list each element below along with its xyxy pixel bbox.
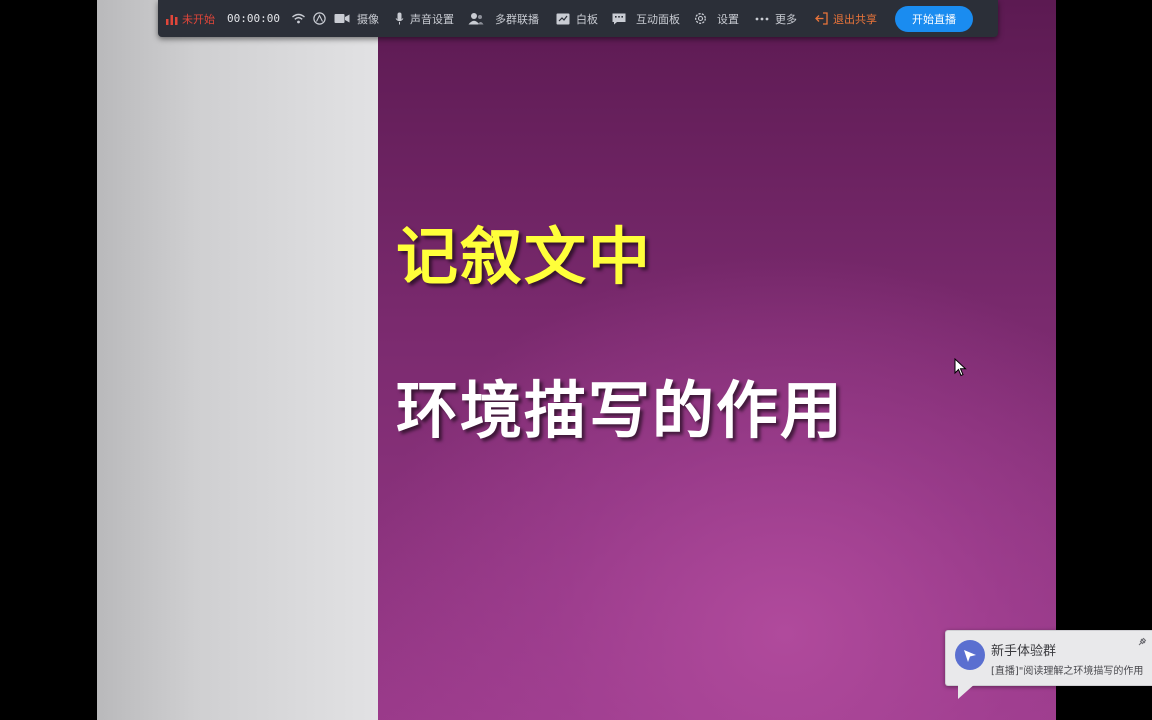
network-button[interactable]	[292, 13, 305, 24]
camera-label: 摄像	[356, 12, 379, 26]
screen: 记叙文中 环境描写的作用 未开始 00:00:00 摄像 声音设置 多群联播 白…	[0, 0, 1152, 720]
live-status[interactable]: 未开始	[166, 11, 215, 27]
settings-label: 设置	[716, 12, 739, 26]
exit-share-label: 退出共享	[832, 12, 877, 26]
exit-icon	[815, 12, 828, 25]
more-dots-icon	[755, 17, 769, 20]
start-live-button[interactable]: 开始直播	[894, 5, 973, 32]
notification-message: [直播]"阅读理解之环境描写的作用	[991, 666, 1144, 677]
mouse-cursor-icon	[954, 358, 967, 377]
wifi-icon	[292, 13, 305, 24]
group-chat-icon	[964, 650, 976, 662]
exit-share-button[interactable]: 退出共享	[815, 11, 877, 27]
group-avatar	[955, 640, 985, 670]
more-button[interactable]: 更多	[755, 11, 797, 27]
left-gray-panel	[97, 0, 378, 720]
whiteboard-label: 白板	[575, 12, 598, 26]
audio-settings-button[interactable]: 声音设置	[395, 11, 454, 27]
group-notification[interactable]: 新手体验群 [直播]"阅读理解之环境描写的作用	[945, 630, 1152, 686]
users-icon	[468, 13, 484, 25]
notification-title: 新手体验群	[991, 644, 1057, 659]
camera-button[interactable]: 摄像	[334, 11, 379, 27]
live-status-label: 未开始	[182, 12, 215, 26]
notification-tail	[958, 683, 976, 699]
beauty-filter-icon	[313, 12, 326, 25]
microphone-icon	[395, 12, 404, 25]
multi-stream-button[interactable]: 多群联播	[468, 11, 539, 27]
interactive-panel-label: 互动面板	[635, 12, 680, 26]
chat-panel-icon	[612, 13, 626, 24]
more-label: 更多	[774, 12, 797, 26]
gear-icon	[695, 13, 706, 24]
multi-stream-label: 多群联播	[494, 12, 539, 26]
live-timer: 00:00:00	[227, 12, 280, 25]
signal-bars-icon	[166, 14, 178, 25]
whiteboard-button[interactable]: 白板	[556, 11, 598, 27]
beauty-button[interactable]	[313, 12, 326, 25]
video-camera-icon	[334, 14, 350, 23]
slide-title-line-1: 记叙文中	[396, 220, 653, 293]
interactive-panel-button[interactable]: 互动面板	[612, 11, 680, 27]
whiteboard-icon	[556, 13, 570, 24]
audio-settings-label: 声音设置	[409, 12, 454, 26]
live-toolbar: 未开始 00:00:00 摄像 声音设置 多群联播 白板 互动面板 设置 更多 …	[158, 0, 998, 37]
pin-icon[interactable]	[1137, 637, 1147, 647]
settings-button[interactable]: 设置	[694, 11, 739, 27]
slide-title-line-2: 环境描写的作用	[396, 374, 845, 447]
